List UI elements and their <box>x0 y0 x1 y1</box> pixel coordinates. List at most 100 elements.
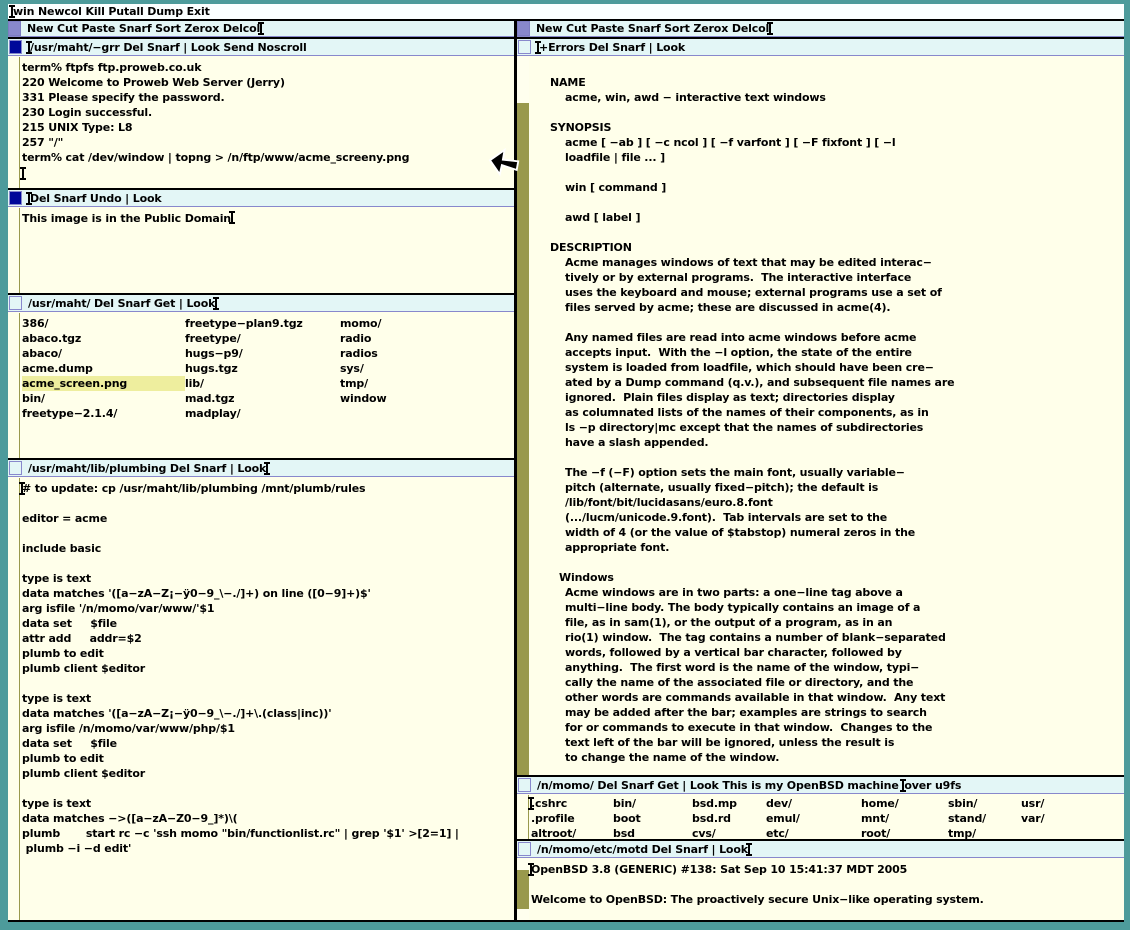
file-name[interactable]: tmp/ <box>948 826 1021 839</box>
text-line[interactable]: 331 Please specify the password. <box>22 90 514 105</box>
file-name[interactable]: stand/ <box>948 811 1021 826</box>
window-tag-text-after[interactable]: over u9fs <box>904 779 961 792</box>
column-commands[interactable]: New Cut Paste Snarf Sort Zerox Delcol <box>536 22 769 35</box>
window-tag-text[interactable]: /n/momo/ Del Snarf Get | Look This is my… <box>537 779 902 792</box>
text-line[interactable]: OpenBSD 3.8 (GENERIC) #138: Sat Sep 10 1… <box>531 862 1124 877</box>
file-name[interactable]: .profile <box>531 811 613 826</box>
man-page-text[interactable]: NAMEacme, win, awd − interactive text wi… <box>531 57 1124 775</box>
file-name[interactable]: bsd.rd <box>692 811 766 826</box>
text-line[interactable]: type is text <box>22 571 514 586</box>
man-page-line[interactable]: Any named files are read into acme windo… <box>531 330 1124 345</box>
window-tag-text[interactable]: /n/momo/etc/motd Del Snarf | Look <box>537 843 748 856</box>
main-commands[interactable]: win Newcol Kill Putall Dump Exit <box>13 5 210 18</box>
man-page-line[interactable]: multi−line body. The body typically cont… <box>531 600 1124 615</box>
column-drag-box-icon[interactable] <box>517 21 530 36</box>
text-line[interactable]: plumb client $editor <box>22 766 514 781</box>
file-name[interactable]: sys/ <box>340 361 490 376</box>
man-page-line[interactable]: The −f (−F) option sets the main font, u… <box>531 465 1124 480</box>
text-line[interactable]: data matches −>([a−zA−Z0−9_]*)\( <box>22 811 514 826</box>
text-line[interactable]: data set $file <box>22 616 514 631</box>
man-page-line[interactable]: to change the name of the window. <box>531 750 1124 765</box>
file-name[interactable]: freetype/ <box>185 331 340 346</box>
window-tag-text[interactable]: /usr/maht/−grr Del Snarf | Look Send Nos… <box>30 41 307 54</box>
man-page-line[interactable]: cally the name of the associated file or… <box>531 675 1124 690</box>
clean-box-icon[interactable] <box>9 296 22 310</box>
window-body[interactable]: 386/freetype−plan9.tgzmomo/abaco.tgzfree… <box>8 313 514 458</box>
file-name[interactable]: madplay/ <box>185 406 340 421</box>
window-body[interactable]: OpenBSD 3.8 (GENERIC) #138: Sat Sep 10 1… <box>517 859 1124 920</box>
file-name[interactable]: root/ <box>861 826 948 839</box>
text-line[interactable]: plumb start rc −c 'ssh momo "bin/functio… <box>22 826 514 841</box>
text-line[interactable]: arg isfile /n/momo/var/www/php/$1 <box>22 721 514 736</box>
window-body[interactable]: This image is in the Public Domain <box>8 208 514 293</box>
text-line[interactable]: # to update: cp /usr/maht/lib/plumbing /… <box>22 481 514 496</box>
file-name[interactable]: bin/ <box>22 391 185 406</box>
file-name[interactable]: freetype−2.1.4/ <box>22 406 185 421</box>
column-drag-box-icon[interactable] <box>8 21 21 36</box>
file-name[interactable]: tmp/ <box>340 376 490 391</box>
text-line[interactable]: attr add addr=$2 <box>22 631 514 646</box>
file-name[interactable]: momo/ <box>340 316 490 331</box>
motd-text[interactable]: OpenBSD 3.8 (GENERIC) #138: Sat Sep 10 1… <box>531 859 1124 920</box>
man-page-line[interactable] <box>531 105 1124 120</box>
man-page-line[interactable]: uses the keyboard and mouse; external pr… <box>531 285 1124 300</box>
file-name[interactable]: acme.dump <box>22 361 185 376</box>
column-tag[interactable]: New Cut Paste Snarf Sort Zerox Delcol <box>8 21 514 37</box>
man-page-line[interactable]: awd [ label ] <box>531 210 1124 225</box>
file-name[interactable]: abaco.tgz <box>22 331 185 346</box>
man-page-line[interactable]: pitch (alternate, usually fixed−pitch); … <box>531 480 1124 495</box>
file-name[interactable]: var/ <box>1021 811 1081 826</box>
man-page-line[interactable] <box>531 555 1124 570</box>
text-line[interactable] <box>22 781 514 796</box>
scrollbar[interactable] <box>517 859 529 920</box>
file-name[interactable]: usr/ <box>1021 796 1081 811</box>
window-tag[interactable]: /usr/maht/−grr Del Snarf | Look Send Nos… <box>8 39 514 56</box>
man-page-line[interactable]: accepts input. With the −l option, the s… <box>531 345 1124 360</box>
directory-listing[interactable]: .cshrcbin/bsd.mpdev/home/sbin/usr/.profi… <box>531 795 1124 839</box>
man-page-line[interactable]: Acme windows are in two parts: a one−lin… <box>531 585 1124 600</box>
man-page-line[interactable]: ignored. Plain files display as text; di… <box>531 390 1124 405</box>
man-page-line[interactable]: system is loaded from loadfile, which sh… <box>531 360 1124 375</box>
text-line[interactable]: plumb −i −d edit' <box>22 841 514 856</box>
file-name[interactable]: hugs−p9/ <box>185 346 340 361</box>
text-line[interactable]: type is text <box>22 691 514 706</box>
file-name[interactable]: emul/ <box>766 811 861 826</box>
man-page-line[interactable]: win [ command ] <box>531 180 1124 195</box>
scrollbar[interactable] <box>8 208 20 293</box>
text-line[interactable]: include basic <box>22 541 514 556</box>
file-name[interactable]: dev/ <box>766 796 861 811</box>
file-name[interactable]: bin/ <box>613 796 692 811</box>
scrollbar[interactable] <box>8 313 20 458</box>
clean-box-icon[interactable] <box>518 40 531 54</box>
man-page-line[interactable]: (.../lucm/unicode.9.font). Tab intervals… <box>531 510 1124 525</box>
note-text[interactable]: This image is in the Public Domain <box>22 208 514 293</box>
clean-box-icon[interactable] <box>518 842 531 856</box>
directory-listing[interactable]: 386/freetype−plan9.tgzmomo/abaco.tgzfree… <box>22 313 514 458</box>
man-page-line[interactable]: loadfile | file ... ] <box>531 150 1124 165</box>
window-body[interactable]: .cshrcbin/bsd.mpdev/home/sbin/usr/.profi… <box>517 795 1124 839</box>
man-page-line[interactable]: SYNOPSIS <box>531 120 1124 135</box>
file-name[interactable]: abaco/ <box>22 346 185 361</box>
dirty-box-icon[interactable] <box>9 40 22 54</box>
clean-box-icon[interactable] <box>9 461 22 475</box>
man-page-line[interactable] <box>531 60 1124 75</box>
text-line[interactable]: type is text <box>22 796 514 811</box>
man-page-line[interactable]: may be added after the bar; examples are… <box>531 705 1124 720</box>
plumbing-text[interactable]: # to update: cp /usr/maht/lib/plumbing /… <box>22 478 514 920</box>
scrollbar-thumb[interactable] <box>517 57 529 103</box>
text-line[interactable]: data set $file <box>22 736 514 751</box>
man-page-line[interactable]: anything. The first word is the name of … <box>531 660 1124 675</box>
text-line[interactable]: data matches '([a−zA−Z¡−ÿ0−9_\−./]+\.(cl… <box>22 706 514 721</box>
man-page-line[interactable]: files served by acme; these are discusse… <box>531 300 1124 315</box>
man-page-line[interactable] <box>531 195 1124 210</box>
man-page-line[interactable]: acme, win, awd − interactive text window… <box>531 90 1124 105</box>
man-page-line[interactable] <box>531 315 1124 330</box>
man-page-line[interactable] <box>531 450 1124 465</box>
text-line[interactable]: plumb to edit <box>22 646 514 661</box>
man-page-line[interactable]: NAME <box>531 75 1124 90</box>
man-page-line[interactable]: have a slash appended. <box>531 435 1124 450</box>
man-page-line[interactable]: rio(1) window. The tag contains a number… <box>531 630 1124 645</box>
window-body[interactable]: NAMEacme, win, awd − interactive text wi… <box>517 57 1124 775</box>
window-tag[interactable]: /usr/maht/lib/plumbing Del Snarf | Look <box>8 460 514 477</box>
window-tag[interactable]: /n/momo/etc/motd Del Snarf | Look <box>517 841 1124 858</box>
